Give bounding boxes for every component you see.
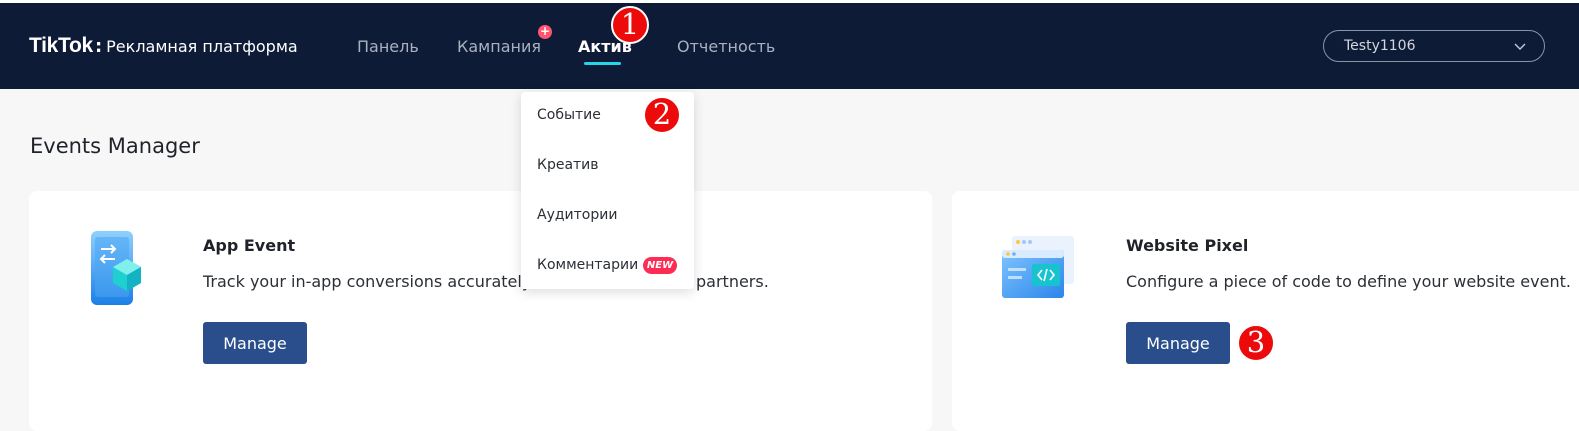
logo-brand: TikTok — [29, 34, 93, 57]
chevron-down-icon — [1514, 43, 1526, 50]
step-marker-3: 3 — [1237, 324, 1275, 362]
nav-reporting[interactable]: Отчетность — [677, 37, 775, 56]
step-marker-1: 1 — [611, 6, 649, 44]
dropdown-item-events[interactable]: Событие — [537, 107, 601, 123]
website-pixel-manage-button[interactable]: Manage — [1126, 322, 1230, 364]
step-marker-2: 2 — [643, 96, 681, 134]
dropdown-item-audiences[interactable]: Аудитории — [537, 207, 617, 223]
website-code-window-icon — [1002, 236, 1074, 298]
app-event-description: Track your in-app conversions accurately… — [203, 272, 550, 291]
logo-subtitle: Рекламная платформа — [106, 37, 298, 56]
nav-dashboard[interactable]: Панель — [357, 37, 419, 56]
dropdown-item-creative[interactable]: Креатив — [537, 157, 599, 173]
campaign-plus-badge: + — [538, 24, 552, 39]
app-event-title: App Event — [203, 236, 296, 255]
account-selector[interactable]: Testy1106 — [1323, 30, 1545, 62]
app-phone-cube-icon — [91, 231, 141, 305]
logo-colon: : — [94, 36, 103, 57]
website-pixel-description: Configure a piece of code to define your… — [1126, 272, 1571, 291]
nav-campaign[interactable]: Кампания — [457, 37, 541, 56]
page-title: Events Manager — [30, 134, 200, 158]
app-event-manage-button[interactable]: Manage — [203, 322, 307, 364]
tiktok-ads-logo[interactable]: TikTok : Рекламная платформа — [29, 34, 298, 58]
active-nav-underline — [584, 62, 621, 65]
top-navigation-bar: TikTok : Рекламная платформа Панель Камп… — [0, 0, 1579, 89]
website-pixel-title: Website Pixel — [1126, 236, 1249, 255]
new-badge: NEW — [643, 257, 677, 274]
app-event-card: App Event Track your in-app conversions … — [29, 191, 932, 431]
account-name: Testy1106 — [1344, 38, 1416, 54]
app-event-description-end: partners. — [696, 272, 769, 291]
dropdown-item-comments[interactable]: Комментарии — [537, 257, 638, 273]
website-pixel-card: Website Pixel Configure a piece of code … — [952, 191, 1579, 431]
